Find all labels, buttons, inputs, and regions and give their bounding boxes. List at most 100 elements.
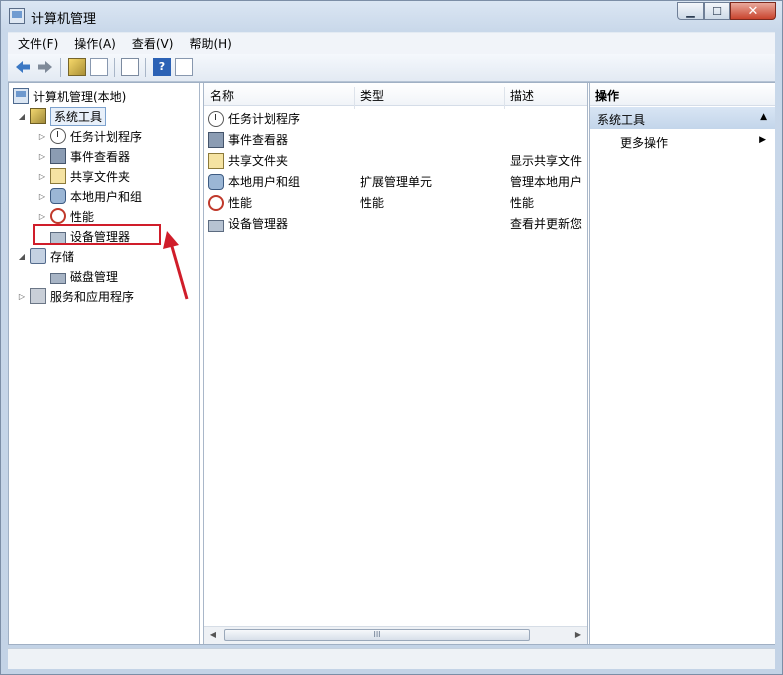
status-bar (8, 648, 775, 669)
row-name: 性能 (228, 196, 253, 210)
scroll-left-icon[interactable]: ◀ (206, 628, 220, 642)
column-header-desc[interactable]: 描述 (510, 87, 534, 104)
expand-triangle-icon[interactable]: ▷ (37, 132, 47, 141)
list-row[interactable]: 设备管理器 查看并更新您 (208, 213, 586, 233)
action-section-label: 系统工具 (597, 113, 646, 127)
expand-triangle-icon[interactable]: ▷ (37, 192, 47, 201)
help-icon[interactable]: ? (153, 58, 171, 76)
collapse-triangle-icon[interactable]: ◢ (17, 252, 27, 261)
event-log-icon (208, 131, 224, 148)
column-divider[interactable] (354, 87, 355, 109)
list-row[interactable]: 性能 性能 性能 (208, 192, 586, 212)
tree-item-shared-folders[interactable]: ▷ 共享文件夹 (37, 167, 130, 185)
expand-triangle-icon[interactable]: ▷ (17, 292, 27, 301)
row-type: 性能 (360, 196, 385, 210)
performance-icon (208, 194, 224, 211)
toolbar-separator (60, 58, 61, 77)
menu-help[interactable]: 帮助(H) (179, 35, 237, 52)
scroll-right-icon[interactable]: ▶ (571, 628, 585, 642)
column-divider[interactable] (504, 87, 505, 109)
menu-file[interactable]: 文件(F) (8, 35, 64, 52)
console-tree: 计算机管理(本地) ◢ 系统工具 ▷ 任务计划程序 ▷ 事件查看器 ▷ 共享文件… (9, 83, 200, 644)
tree-label: 性能 (70, 209, 95, 224)
list-row[interactable]: 共享文件夹 显示共享文件 (208, 150, 586, 170)
menu-action[interactable]: 操作(A) (64, 35, 122, 52)
show-action-pane-icon[interactable] (175, 58, 193, 76)
red-highlight-box (33, 224, 161, 245)
column-header-name[interactable]: 名称 (210, 87, 234, 104)
tools-icon (30, 108, 46, 124)
action-section-system-tools[interactable]: 系统工具 ▲ (590, 107, 775, 129)
tree-label: 存储 (50, 249, 75, 264)
collapse-up-icon[interactable]: ▲ (760, 112, 767, 122)
tree-label: 共享文件夹 (70, 169, 131, 184)
toolbar-separator (145, 58, 146, 77)
scroll-thumb[interactable]: III (224, 629, 530, 641)
tree-item-disk-management[interactable]: 磁盘管理 (50, 267, 118, 285)
services-icon (30, 288, 46, 304)
tree-item-system-tools[interactable]: ◢ 系统工具 (17, 106, 107, 126)
row-name: 共享文件夹 (228, 154, 289, 168)
clock-icon (208, 110, 224, 127)
red-annotation-arrow (163, 231, 189, 300)
row-name: 任务计划程序 (228, 112, 301, 126)
users-icon (208, 173, 224, 190)
shared-folder-icon (208, 152, 224, 169)
tree-item-services-apps[interactable]: ▷ 服务和应用程序 (17, 287, 134, 305)
storage-icon (30, 248, 46, 264)
list-view: 名称 类型 描述 任务计划程序 事件查看器 共享文件夹 显示共享文件 本地用户和… (203, 83, 588, 644)
horizontal-scrollbar[interactable]: ◀ III ▶ (204, 626, 587, 644)
tree-item-task-scheduler[interactable]: ▷ 任务计划程序 (37, 127, 142, 145)
more-actions-item[interactable]: 更多操作 ▶ (620, 134, 770, 152)
column-header-type[interactable]: 类型 (360, 87, 384, 104)
tree-item-root[interactable]: 计算机管理(本地) (13, 87, 126, 105)
menu-bar: 文件(F) 操作(A) 查看(V) 帮助(H) (8, 32, 775, 54)
tree-label: 服务和应用程序 (50, 289, 135, 304)
expand-triangle-icon[interactable]: ▷ (37, 172, 47, 181)
tree-label: 事件查看器 (70, 149, 131, 164)
row-desc: 管理本地用户 (510, 175, 583, 189)
up-folder-icon[interactable] (68, 58, 86, 76)
show-hide-tree-icon[interactable] (90, 58, 108, 76)
row-name: 事件查看器 (228, 133, 289, 147)
forward-arrow-icon[interactable] (36, 58, 54, 76)
tree-label: 系统工具 (50, 106, 107, 126)
title-bar[interactable]: 计算机管理 ▁ ☐ ✕ (1, 1, 782, 31)
row-type: 扩展管理单元 (360, 175, 433, 189)
tree-item-event-viewer[interactable]: ▷ 事件查看器 (37, 147, 130, 165)
window-title: 计算机管理 (31, 12, 97, 27)
tree-item-performance[interactable]: ▷ 性能 (37, 207, 94, 225)
tree-item-storage[interactable]: ◢ 存储 (17, 247, 74, 265)
row-desc: 性能 (510, 196, 535, 210)
event-log-icon (50, 148, 66, 164)
expand-triangle-icon[interactable]: ▷ (37, 152, 47, 161)
row-name: 设备管理器 (228, 217, 289, 231)
expand-triangle-icon[interactable]: ▷ (37, 212, 47, 221)
maximize-button[interactable]: ☐ (704, 2, 730, 20)
export-list-icon[interactable] (121, 58, 139, 76)
collapse-triangle-icon[interactable]: ◢ (17, 112, 27, 121)
computer-icon (13, 88, 29, 104)
tree-label: 任务计划程序 (70, 129, 143, 144)
users-icon (50, 188, 66, 204)
submenu-arrow-icon: ▶ (759, 135, 766, 145)
computer-management-icon (9, 8, 25, 24)
tree-item-local-users[interactable]: ▷ 本地用户和组 (37, 187, 142, 205)
shared-folder-icon (50, 168, 66, 184)
action-pane-title: 操作 (595, 89, 620, 103)
content-panes: 计算机管理(本地) ◢ 系统工具 ▷ 任务计划程序 ▷ 事件查看器 ▷ 共享文件… (8, 82, 775, 645)
back-arrow-icon[interactable] (14, 58, 32, 76)
action-pane: 操作 系统工具 ▲ 更多操作 ▶ (589, 83, 775, 644)
row-desc: 查看并更新您 (510, 217, 583, 231)
column-headers: 名称 类型 描述 (204, 83, 587, 109)
device-manager-icon (208, 219, 224, 232)
minimize-button[interactable]: ▁ (677, 2, 704, 20)
list-row[interactable]: 事件查看器 (208, 129, 586, 149)
menu-view[interactable]: 查看(V) (122, 35, 180, 52)
list-row[interactable]: 任务计划程序 (208, 108, 586, 128)
list-row[interactable]: 本地用户和组 扩展管理单元 管理本地用户 (208, 171, 586, 191)
more-actions-label: 更多操作 (620, 136, 669, 150)
close-button[interactable]: ✕ (730, 2, 776, 20)
tree-label: 本地用户和组 (70, 189, 143, 204)
performance-icon (50, 208, 66, 224)
